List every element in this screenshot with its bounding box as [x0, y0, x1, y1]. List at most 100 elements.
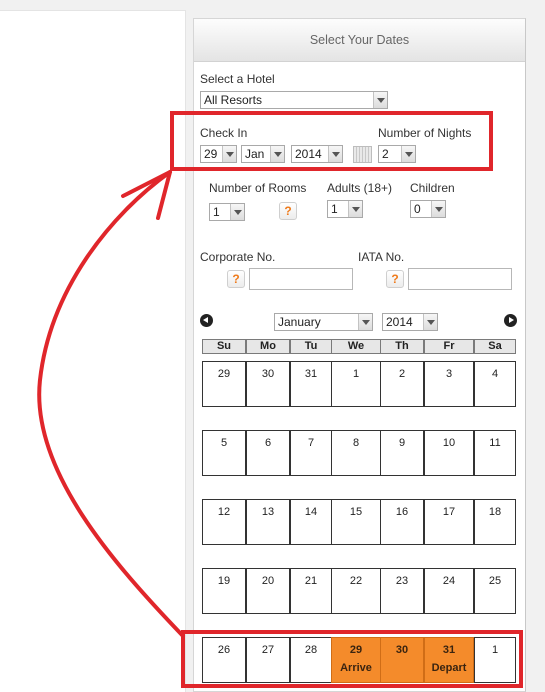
- children-select[interactable]: 0: [410, 200, 446, 218]
- calendar-day[interactable]: 12: [202, 499, 246, 545]
- calendar-day[interactable]: 19: [202, 568, 246, 614]
- calendar-day[interactable]: 5: [202, 430, 246, 476]
- calendar-day[interactable]: 11: [474, 430, 516, 476]
- calendar-day-number: 23: [395, 575, 409, 587]
- calendar-day-number: 9: [398, 437, 406, 449]
- calendar-day[interactable]: 7: [290, 430, 332, 476]
- calendar-day[interactable]: 2: [380, 361, 424, 407]
- chevron-down-icon: [222, 146, 236, 162]
- weekday-header: We: [331, 339, 381, 354]
- rooms-help-icon[interactable]: ?: [279, 202, 297, 220]
- calendar-day[interactable]: 26: [202, 637, 246, 683]
- chevron-down-icon: [348, 201, 362, 217]
- iata-help-icon[interactable]: ?: [386, 270, 404, 288]
- calendar-day[interactable]: 28: [290, 637, 332, 683]
- calendar-day[interactable]: 31: [290, 361, 332, 407]
- calendar-day[interactable]: 27: [246, 637, 290, 683]
- calendar-day[interactable]: 17: [424, 499, 474, 545]
- calendar-day-number: 18: [488, 506, 502, 518]
- calendar-day[interactable]: 1: [331, 361, 381, 407]
- calendar-day[interactable]: 22: [331, 568, 381, 614]
- calendar-day[interactable]: 23: [380, 568, 424, 614]
- calendar-day-number: 19: [217, 575, 231, 587]
- number-of-nights-select[interactable]: 2: [378, 145, 416, 163]
- arrive-label: Arrive: [340, 662, 372, 674]
- calendar-day-number: 3: [445, 368, 453, 380]
- check-in-month-value: Jan: [245, 147, 265, 161]
- calendar-day[interactable]: 14: [290, 499, 332, 545]
- chevron-down-icon: [328, 146, 342, 162]
- calendar-day-number: 15: [349, 506, 363, 518]
- weekday-header: Su: [202, 339, 246, 354]
- weekday-header: Sa: [474, 339, 516, 354]
- previous-month-icon[interactable]: [200, 314, 213, 327]
- weekday-header: Th: [380, 339, 424, 354]
- calendar-day[interactable]: 3: [424, 361, 474, 407]
- calendar-day-number: 25: [488, 575, 502, 587]
- chevron-down-icon: [423, 314, 437, 330]
- calendar-day-number: 6: [264, 437, 272, 449]
- check-in-year-value: 2014: [295, 147, 322, 161]
- weekday-header: Tu: [290, 339, 332, 354]
- number-of-rooms-select[interactable]: 1: [209, 203, 245, 221]
- chevron-down-icon: [270, 146, 284, 162]
- corporate-help-icon[interactable]: ?: [227, 270, 245, 288]
- calendar-day-number: 27: [261, 644, 275, 656]
- iata-number-input[interactable]: [408, 268, 512, 290]
- calendar-day-number: 30: [395, 644, 409, 656]
- calendar-month-select[interactable]: January: [274, 313, 373, 331]
- calendar-day-selected[interactable]: 29 Arrive: [331, 637, 381, 683]
- adults-select[interactable]: 1: [327, 200, 363, 218]
- number-of-nights-label: Number of Nights: [378, 126, 472, 140]
- calendar-day-selected[interactable]: 30: [380, 637, 424, 683]
- calendar-day[interactable]: 24: [424, 568, 474, 614]
- hotel-select[interactable]: All Resorts: [200, 91, 388, 109]
- calendar-day[interactable]: 20: [246, 568, 290, 614]
- calendar-day-number: 8: [352, 437, 360, 449]
- corporate-number-input[interactable]: [249, 268, 353, 290]
- calendar-day[interactable]: 15: [331, 499, 381, 545]
- check-in-day-select[interactable]: 29: [200, 145, 237, 163]
- calendar-day[interactable]: 4: [474, 361, 516, 407]
- calendar-day[interactable]: 6: [246, 430, 290, 476]
- chevron-down-icon: [431, 201, 445, 217]
- iata-number-label: IATA No.: [358, 250, 405, 264]
- calendar-day[interactable]: 8: [331, 430, 381, 476]
- chevron-down-icon: [373, 92, 387, 108]
- weekday-header: Mo: [246, 339, 290, 354]
- check-in-month-select[interactable]: Jan: [241, 145, 285, 163]
- calendar-day[interactable]: 18: [474, 499, 516, 545]
- chevron-down-icon: [230, 204, 244, 220]
- calendar-day-number: 24: [442, 575, 456, 587]
- calendar-day[interactable]: 13: [246, 499, 290, 545]
- calendar-day[interactable]: 21: [290, 568, 332, 614]
- next-month-icon[interactable]: [504, 314, 517, 327]
- calendar-day[interactable]: 25: [474, 568, 516, 614]
- calendar-day-number: 29: [217, 368, 231, 380]
- calendar-day-number: 11: [489, 437, 501, 449]
- calendar-day-number: 21: [304, 575, 318, 587]
- calendar-day[interactable]: 9: [380, 430, 424, 476]
- calendar-icon[interactable]: [353, 146, 372, 163]
- calendar-day-number: 28: [304, 644, 318, 656]
- calendar-day-number: 12: [217, 506, 231, 518]
- calendar-day-number: 20: [261, 575, 275, 587]
- children-label: Children: [410, 181, 455, 195]
- panel-title: Select Your Dates: [194, 19, 525, 62]
- calendar-day[interactable]: 10: [424, 430, 474, 476]
- number-of-rooms-label: Number of Rooms: [209, 181, 307, 195]
- children-value: 0: [414, 202, 421, 216]
- calendar-day[interactable]: 29: [202, 361, 246, 407]
- calendar-day[interactable]: 30: [246, 361, 290, 407]
- calendar-day-number: 5: [220, 437, 228, 449]
- calendar-year-select[interactable]: 2014: [382, 313, 438, 331]
- chevron-down-icon: [358, 314, 372, 330]
- check-in-year-select[interactable]: 2014: [291, 145, 343, 163]
- check-in-label: Check In: [200, 126, 248, 140]
- calendar-day[interactable]: 1: [474, 637, 516, 683]
- calendar-day-number: 7: [307, 437, 315, 449]
- calendar-day[interactable]: 16: [380, 499, 424, 545]
- number-of-rooms-value: 1: [213, 205, 220, 219]
- calendar-day-selected[interactable]: 31 Depart: [424, 637, 474, 683]
- calendar-month-value: January: [278, 315, 321, 329]
